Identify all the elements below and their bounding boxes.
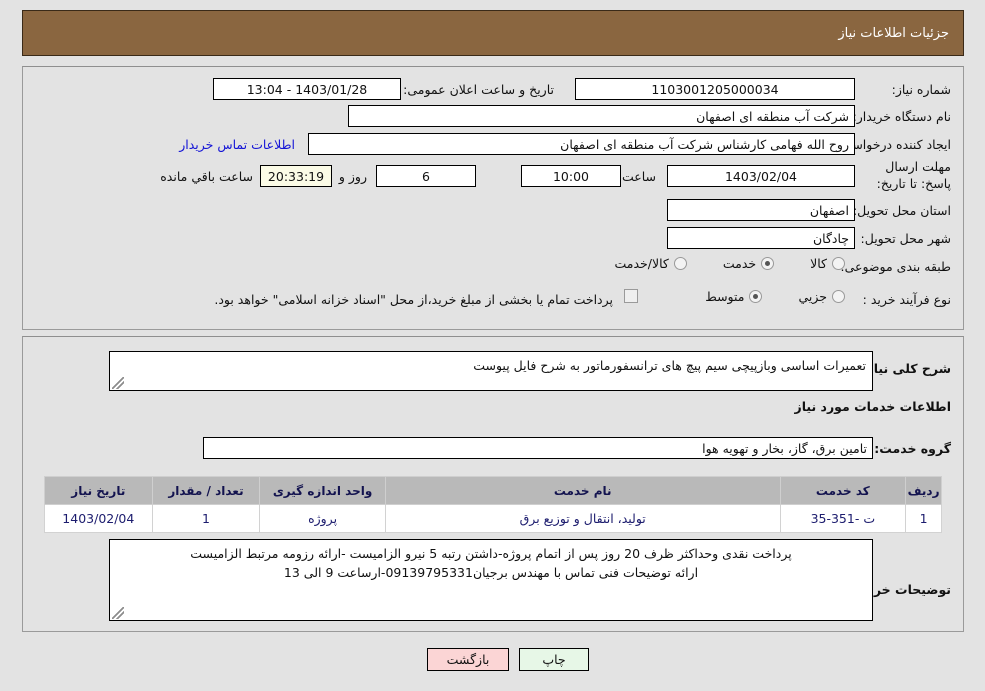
table-header-cell-2: نام خدمت xyxy=(384,476,781,505)
category-radio-icon-1[interactable] xyxy=(761,257,775,270)
page-header: جزئیات اطلاعات نیاز xyxy=(22,10,964,56)
page-title: جزئیات اطلاعات نیاز xyxy=(838,25,949,41)
table-header-cell-0: ردیف xyxy=(905,476,942,505)
deadline-label: مهلت ارسال پاسخ: تا تاریخ: xyxy=(876,159,951,191)
table-cell-service-name: تولید، انتقال و توزیع برق xyxy=(384,504,781,533)
category-option-0[interactable]: کالا xyxy=(810,256,845,271)
table-cell-row-no: 1 xyxy=(905,504,942,533)
table-cell-quantity: 1 xyxy=(151,504,261,533)
services-table: ردیف کد خدمت نام خدمت واحد اندازه گیری تعداد… xyxy=(44,476,942,533)
resize-grip-icon[interactable] xyxy=(112,377,124,389)
process-type-label: نوع فرآیند خرید : xyxy=(862,292,951,307)
general-desc-label: شرح کلی نیاز: xyxy=(861,361,951,376)
table-cell-unit: پروژه xyxy=(259,504,386,533)
city-label: شهر محل تحویل: xyxy=(860,231,951,246)
category-label-0: کالا xyxy=(810,256,827,271)
table-header-row: ردیف کد خدمت نام خدمت واحد اندازه گیری تعداد… xyxy=(44,476,942,505)
buyer-org-label: نام دستگاه خریدار: xyxy=(852,109,951,124)
countdown-timer-value: 20:33:19 xyxy=(260,165,332,187)
back-button[interactable]: بازگشت xyxy=(427,648,509,671)
table-cell-need-date: 1403/02/04 xyxy=(44,504,153,533)
buyer-notes-textarea[interactable]: پرداخت نقدی وحداکثر ظرف 20 روز پس از اتم… xyxy=(109,539,873,621)
process-option-1[interactable]: متوسط xyxy=(705,289,763,304)
buyer-notes-line-2: ارائه توضیحات فنی تماس با مهندس برجیان09… xyxy=(283,565,699,581)
days-remaining-value: 6 xyxy=(376,165,476,187)
category-radio-icon-2[interactable] xyxy=(673,257,687,270)
category-option-1[interactable]: خدمت xyxy=(722,256,775,271)
table-header-cell-1: کد خدمت xyxy=(779,476,907,505)
process-radio-icon-1[interactable] xyxy=(749,290,763,303)
province-value: اصفهان xyxy=(667,199,855,221)
treasury-bond-checkbox[interactable] xyxy=(624,289,638,303)
category-label-2: کالا/خدمت xyxy=(614,256,669,271)
buyer-notes-line-1: پرداخت نقدی وحداکثر ظرف 20 روز پس از اتم… xyxy=(190,546,792,561)
process-label-0: جزيي xyxy=(798,289,827,304)
days-remaining-label: روز و xyxy=(338,169,367,184)
city-value: چادگان xyxy=(667,227,855,249)
category-option-2[interactable]: کالا/خدمت xyxy=(614,256,687,271)
table-header-cell-3: واحد اندازه گیری xyxy=(259,476,386,505)
province-label: استان محل تحویل: xyxy=(852,203,951,218)
table-body: 1ت -351-35 تولید، انتقال و توزیع برق پروژه… xyxy=(44,504,942,533)
treasury-bond-note: پرداخت تمام یا بخشی از مبلغ خرید،از محل … xyxy=(214,292,613,307)
creator-value: روح الله فهامی کارشناس شرکت آب منطقه ای … xyxy=(308,133,855,155)
buyer-org-value: شرکت آب منطقه ای اصفهان xyxy=(348,105,855,127)
deadline-date-value: 1403/02/04 xyxy=(667,165,855,187)
general-desc-textarea[interactable]: تعمیرات اساسی وبازپیچی سیم پیچ های ترانس… xyxy=(109,351,873,391)
table-cell-service-code: ت -351-35 xyxy=(779,504,907,533)
process-radio-group[interactable]: جزيي متوسط xyxy=(705,289,845,304)
category-label: طبقه بندی موضوعی: xyxy=(840,259,951,274)
category-label-1: خدمت xyxy=(722,256,757,271)
resize-grip-icon-notes[interactable] xyxy=(112,607,124,619)
table-header-cell-4: تعداد / مقدار xyxy=(151,476,261,505)
category-radio-group[interactable]: کالا خدمت کالا/خدمت xyxy=(614,256,845,271)
service-group-value: تامین برق، گاز، بخار و تهویه هوا xyxy=(203,437,873,459)
deadline-hour-label: ساعت xyxy=(621,169,656,184)
need-info-panel: شماره نیاز: 1103001205000034 تاریخ و ساع… xyxy=(22,66,964,330)
deadline-time-value: 10:00 xyxy=(521,165,621,187)
need-number-label: شماره نیاز: xyxy=(891,82,951,97)
announce-datetime-label: تاریخ و ساعت اعلان عمومی: xyxy=(403,82,554,97)
announce-datetime-value: 13:04 - 1403/01/28 xyxy=(213,78,401,100)
countdown-remaining-label: ساعت باقي مانده xyxy=(160,169,253,184)
buyer-contact-link[interactable]: اطلاعات تماس خریدار xyxy=(179,137,295,152)
general-desc-value: تعمیرات اساسی وبازپیچی سیم پیچ های ترانس… xyxy=(473,358,866,373)
category-radio-icon-0[interactable] xyxy=(832,257,845,270)
need-number-value: 1103001205000034 xyxy=(575,78,855,100)
services-info-title: اطلاعات خدمات مورد نیاز xyxy=(794,399,952,414)
table-row: 1ت -351-35 تولید، انتقال و توزیع برق پروژه… xyxy=(44,504,942,533)
process-option-0[interactable]: جزيي xyxy=(798,289,845,304)
process-radio-icon-0[interactable] xyxy=(832,290,845,303)
process-label-1: متوسط xyxy=(705,289,745,304)
service-group-label: گروه خدمت: xyxy=(874,441,951,456)
print-button[interactable]: چاپ xyxy=(519,648,589,671)
table-header-cell-5: تاریخ نیاز xyxy=(44,476,153,505)
page-root: W AriaTender.net ndeT جزئیات اطلاعات نیا… xyxy=(0,0,985,691)
